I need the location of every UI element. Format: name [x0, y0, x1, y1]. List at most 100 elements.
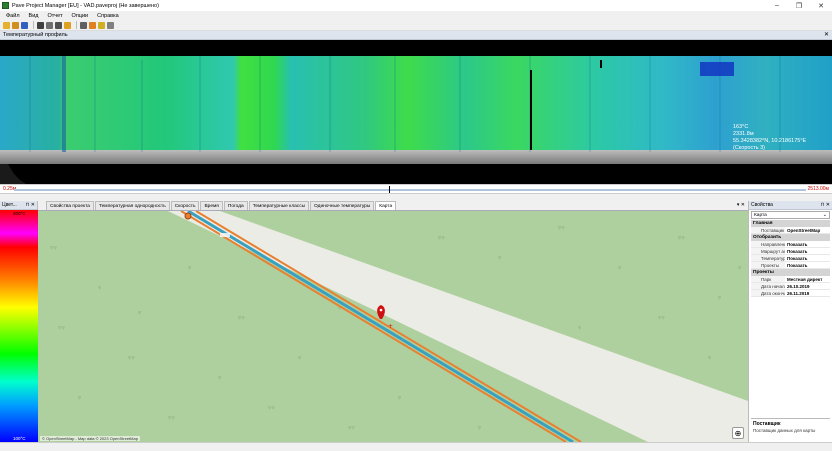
- menu-file[interactable]: Файл: [6, 13, 20, 19]
- property-row[interactable]: Проекты Показать: [751, 262, 830, 269]
- property-value[interactable]: Показать: [785, 262, 830, 268]
- map-view[interactable]: ᵠᵠ ᵠ ᵠᵠ ᵠᵠ ᵠ ᵠᵠ ᵠ ᵠᵠ ᵠ ᵠ ᵠ ᵠᵠ ᵠ ᵠᵠ ᵠ ᵠᵠ ᵠ ᵠᵠ ᵠ ᵠᵠ ᵠ ᵠᵠ…: [38, 211, 748, 442]
- property-key: Поставщик: [751, 227, 785, 233]
- open-folder-icon[interactable]: [12, 21, 19, 29]
- thermal-profile-title: Температурный профиль: [3, 32, 68, 38]
- description-text: Поставщик данных для карты: [753, 428, 816, 433]
- title-bar: Pave Project Manager [EU] - VAD.paveproj…: [0, 0, 832, 11]
- property-value[interactable]: OpenStreetMap: [785, 227, 830, 233]
- svg-text:ᵠ: ᵠ: [498, 254, 502, 263]
- property-value[interactable]: Показать: [785, 241, 830, 247]
- window-icon[interactable]: [107, 21, 114, 29]
- property-key: Парк: [751, 276, 785, 282]
- property-row[interactable]: Дата начала 26.10.2019: [751, 283, 830, 290]
- property-description: Поставщик Поставщик данных для карты: [751, 418, 830, 440]
- property-value[interactable]: 26.11.2019: [785, 290, 830, 296]
- svg-text:ᵠᵠ: ᵠᵠ: [58, 324, 65, 333]
- property-row[interactable]: Дата оконча 26.11.2019: [751, 290, 830, 297]
- tools-icon[interactable]: [55, 21, 62, 29]
- property-row[interactable]: НаправлениеПоказать: [751, 241, 830, 248]
- scroll-thumb[interactable]: [389, 186, 390, 193]
- property-value[interactable]: 26.10.2019: [785, 283, 830, 289]
- section-header[interactable]: Главная: [751, 220, 830, 227]
- svg-text:ᵠᵠ: ᵠᵠ: [268, 404, 275, 413]
- menu-bar: Файл Вид Отчет Опции Справка: [0, 11, 832, 20]
- tab-strip: Свойства проекта Температурная однородно…: [38, 201, 748, 211]
- property-key: Температур: [751, 255, 785, 261]
- minimize-icon[interactable]: –: [766, 0, 788, 11]
- menu-options[interactable]: Опции: [72, 13, 89, 19]
- section-header[interactable]: Отобразить: [751, 234, 830, 241]
- property-key: Дата оконча: [751, 290, 785, 296]
- property-row[interactable]: Поставщик OpenStreetMap: [751, 227, 830, 234]
- color-legend-header: Цвет... ⊓ ✕: [0, 201, 37, 210]
- section-header[interactable]: Проекты: [751, 269, 830, 276]
- svg-text:ᵠ: ᵠ: [218, 374, 222, 383]
- scale-end-label: 2513.00м: [807, 186, 829, 192]
- legend-min-label: 100°C: [13, 436, 26, 441]
- edit-icon[interactable]: [64, 21, 71, 29]
- new-project-icon[interactable]: [3, 21, 10, 29]
- thermal-overlay-distance: 2331.8м: [733, 131, 754, 137]
- thermal-overlay-temp: 163°C: [733, 124, 748, 130]
- scroll-track[interactable]: [14, 189, 806, 191]
- property-value[interactable]: Показать: [785, 248, 830, 254]
- svg-text:ᵠ: ᵠ: [98, 284, 102, 293]
- tab-temperature-classes[interactable]: Температурные классы: [248, 201, 310, 210]
- menu-help[interactable]: Справка: [97, 13, 119, 19]
- properties-header: Свойства ⊓ ✕: [749, 201, 832, 210]
- close-icon[interactable]: ✕: [810, 0, 832, 11]
- locate-icon[interactable]: ⊕: [732, 427, 744, 439]
- section-title: Отобразить: [753, 235, 782, 240]
- pin-close-icon[interactable]: ⊓ ✕: [26, 202, 35, 208]
- property-value[interactable]: Местная директ: [785, 276, 830, 282]
- map-attribution[interactable]: © OpenStreetMap - Map data © 2023 OpenSt…: [40, 436, 140, 441]
- toolbar-separator: [33, 21, 34, 29]
- tab-temperature-uniformity[interactable]: Температурная однородность: [94, 201, 170, 210]
- property-row[interactable]: Парк Местная директ: [751, 276, 830, 283]
- property-key: Проекты: [751, 262, 785, 268]
- svg-text:ᵠ: ᵠ: [618, 264, 622, 273]
- clock-icon[interactable]: [89, 21, 96, 29]
- color-legend-title: Цвет...: [2, 202, 17, 208]
- distance-scrollbar[interactable]: 0.25м 2513.00м: [0, 184, 832, 194]
- thermal-overlay-speed: (Скорость 3): [733, 145, 765, 151]
- property-row[interactable]: Температур Показать: [751, 255, 830, 262]
- import-icon[interactable]: [37, 21, 44, 29]
- svg-text:ᵠ: ᵠ: [738, 264, 742, 273]
- svg-text:ᵠᵠ: ᵠᵠ: [658, 314, 665, 323]
- menu-report[interactable]: Отчет: [47, 13, 62, 19]
- save-icon[interactable]: [21, 21, 28, 29]
- settings-icon[interactable]: [80, 21, 87, 29]
- svg-text:ᵠᵠ: ᵠᵠ: [438, 234, 445, 243]
- tab-time[interactable]: Время: [200, 201, 223, 210]
- svg-text:ᵠ: ᵠ: [718, 294, 722, 303]
- close-icon[interactable]: ✕: [824, 31, 829, 38]
- map-canvas: ᵠᵠᵠᵠᵠ ᵠᵠᵠᵠᵠ ᵠᵠᵠᵠ ᵠᵠᵠᵠ ᵠᵠᵠᵠ ᵠᵠᵠᵠᵠ ᵠᵠᵠᵠ ᵠᵠ…: [50, 211, 748, 442]
- window-controls: – ❐ ✕: [766, 0, 832, 11]
- tab-map[interactable]: Карта: [375, 201, 397, 210]
- pin-close-icon[interactable]: ⊓ ✕: [821, 202, 830, 208]
- status-bar: [0, 442, 832, 451]
- window-title: Pave Project Manager [EU] - VAD.paveproj…: [12, 2, 159, 9]
- tab-menu-close-icon[interactable]: ▾ ✕: [737, 202, 745, 208]
- tab-weather[interactable]: Погода: [223, 201, 248, 210]
- tab-single-temperatures[interactable]: Одиночные температуры: [310, 201, 375, 210]
- properties-object-selector[interactable]: Карта ⌄: [751, 211, 830, 219]
- export-icon[interactable]: [46, 21, 53, 29]
- svg-text:ᵠ: ᵠ: [78, 394, 82, 403]
- selector-value: Карта: [754, 212, 767, 218]
- tab-speed[interactable]: Скорость: [170, 201, 200, 210]
- filter-icon[interactable]: [98, 21, 105, 29]
- property-row[interactable]: Маршрут асфПоказать: [751, 248, 830, 255]
- section-title: Проекты: [753, 270, 774, 275]
- legend-max-label: 200°C: [13, 211, 26, 216]
- restore-icon[interactable]: ❐: [788, 0, 810, 11]
- svg-text:ᵠᵠ: ᵠᵠ: [348, 424, 355, 433]
- svg-text:ᵠᵠ: ᵠᵠ: [168, 414, 175, 423]
- property-value[interactable]: Показать: [785, 255, 830, 261]
- tab-project-properties[interactable]: Свойства проекта: [46, 201, 94, 210]
- menu-view[interactable]: Вид: [29, 13, 39, 19]
- thermal-profile-view[interactable]: 163°C 2331.8м 55.3428382°N, 10.2186175°E…: [0, 40, 832, 184]
- svg-text:ᵠᵠ: ᵠᵠ: [238, 314, 245, 323]
